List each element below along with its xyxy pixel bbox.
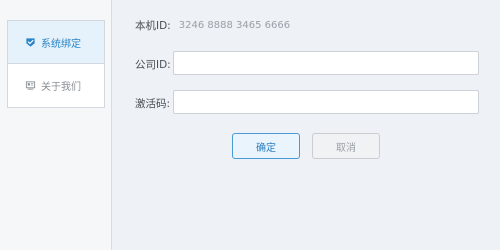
settings-window: 系统绑定 关于我们 本机ID: 3246 8888 3465 6666 公司ID…	[0, 0, 500, 250]
shield-check-icon	[25, 37, 36, 48]
sidebar-item-label: 关于我们	[41, 82, 81, 93]
activation-code-field[interactable]	[173, 90, 479, 114]
company-id-label-row: 公司ID:	[135, 57, 172, 72]
company-id-field[interactable]	[173, 51, 479, 75]
info-card-icon	[25, 80, 36, 91]
confirm-button[interactable]: 确定	[232, 133, 300, 159]
activation-code-label-row: 激活码:	[135, 96, 172, 111]
sidebar-item-about-us[interactable]: 关于我们	[7, 64, 105, 108]
sidebar-item-system-binding[interactable]: 系统绑定	[7, 20, 105, 64]
sidebar-nav: 系统绑定 关于我们	[7, 20, 105, 108]
machine-id-row: 本机ID: 3246 8888 3465 6666	[135, 18, 290, 33]
company-id-label: 公司ID:	[135, 59, 171, 71]
machine-id-label: 本机ID:	[135, 20, 171, 32]
sidebar: 系统绑定 关于我们	[0, 0, 112, 250]
sidebar-item-label: 系统绑定	[41, 38, 81, 50]
cancel-button[interactable]: 取消	[312, 133, 380, 159]
main-panel: 本机ID: 3246 8888 3465 6666 公司ID: 激活码: 确定 …	[113, 0, 500, 250]
activation-code-label: 激活码:	[135, 98, 171, 110]
machine-id-value: 3246 8888 3465 6666	[178, 20, 291, 31]
